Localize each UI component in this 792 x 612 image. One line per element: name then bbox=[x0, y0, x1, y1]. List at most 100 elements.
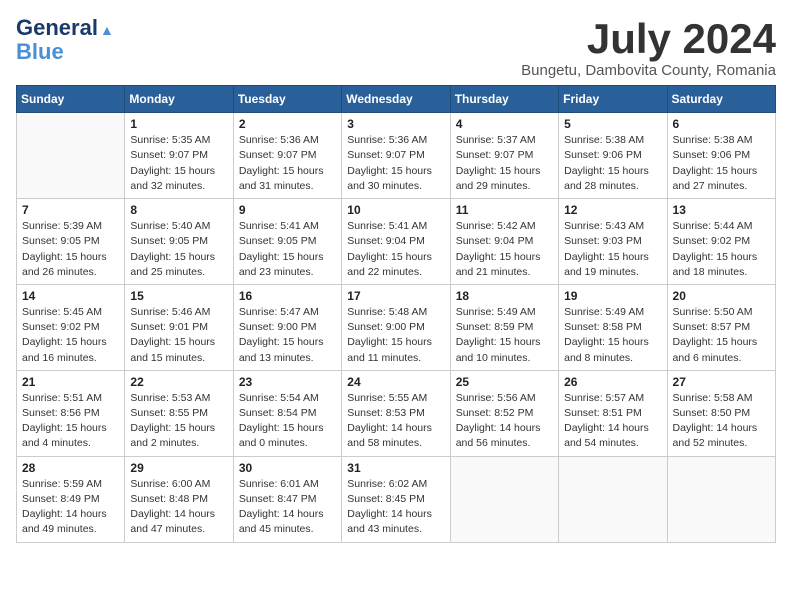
month-title: July 2024 bbox=[521, 16, 776, 62]
calendar-cell: 27 Sunrise: 5:58 AMSunset: 8:50 PMDayligh… bbox=[667, 370, 775, 456]
day-info: Sunrise: 5:35 AMSunset: 9:07 PMDaylight:… bbox=[130, 133, 227, 194]
day-info: Sunrise: 5:40 AMSunset: 9:05 PMDaylight:… bbox=[130, 219, 227, 280]
page-header: General▲ Blue July 2024 Bungetu, Dambovi… bbox=[16, 16, 776, 79]
day-info: Sunrise: 5:44 AMSunset: 9:02 PMDaylight:… bbox=[673, 219, 770, 280]
calendar-week-3: 14Sunrise: 5:45 AMSunset: 9:02 PMDayligh… bbox=[17, 284, 776, 370]
day-info: Sunrise: 5:38 AMSunset: 9:06 PMDaylight:… bbox=[564, 133, 661, 194]
day-number: 29 bbox=[130, 461, 227, 475]
calendar-cell: 10Sunrise: 5:41 AMSunset: 9:04 PMDayligh… bbox=[342, 199, 450, 285]
day-number: 4 bbox=[456, 117, 553, 131]
day-info: Sunrise: 5:36 AMSunset: 9:07 PMDaylight:… bbox=[347, 133, 444, 194]
day-info: Sunrise: 5:39 AMSunset: 9:05 PMDaylight:… bbox=[22, 219, 119, 280]
calendar-cell: 7Sunrise: 5:39 AMSunset: 9:05 PMDaylight… bbox=[17, 199, 125, 285]
day-info: Sunrise: 5:37 AMSunset: 9:07 PMDaylight:… bbox=[456, 133, 553, 194]
column-header-monday: Monday bbox=[125, 86, 233, 113]
day-info: Sunrise: 5:51 AMSunset: 8:56 PMDaylight:… bbox=[22, 391, 119, 452]
calendar-cell: 25 Sunrise: 5:56 AMSunset: 8:52 PMDayligh… bbox=[450, 370, 558, 456]
calendar-cell: 28Sunrise: 5:59 AMSunset: 8:49 PMDayligh… bbox=[17, 456, 125, 542]
column-header-thursday: Thursday bbox=[450, 86, 558, 113]
day-info: Sunrise: 5:36 AMSunset: 9:07 PMDaylight:… bbox=[239, 133, 336, 194]
day-info: Sunrise: 5:43 AMSunset: 9:03 PMDaylight:… bbox=[564, 219, 661, 280]
calendar-cell: 1 Sunrise: 5:35 AMSunset: 9:07 PMDaylight… bbox=[125, 113, 233, 199]
calendar-cell: 20 Sunrise: 5:50 AMSunset: 8:57 PMDayligh… bbox=[667, 284, 775, 370]
column-header-wednesday: Wednesday bbox=[342, 86, 450, 113]
calendar-cell: 9 Sunrise: 5:41 AMSunset: 9:05 PMDaylight… bbox=[233, 199, 341, 285]
day-info: Sunrise: 5:53 AMSunset: 8:55 PMDaylight:… bbox=[130, 391, 227, 452]
day-number: 23 bbox=[239, 375, 336, 389]
calendar-table: SundayMondayTuesdayWednesdayThursdayFrid… bbox=[16, 85, 776, 542]
calendar-cell: 14Sunrise: 5:45 AMSunset: 9:02 PMDayligh… bbox=[17, 284, 125, 370]
column-header-saturday: Saturday bbox=[667, 86, 775, 113]
day-info: Sunrise: 5:57 AMSunset: 8:51 PMDaylight:… bbox=[564, 391, 661, 452]
calendar-cell: 13 Sunrise: 5:44 AMSunset: 9:02 PMDayligh… bbox=[667, 199, 775, 285]
day-info: Sunrise: 6:02 AMSunset: 8:45 PMDaylight:… bbox=[347, 477, 444, 538]
day-info: Sunrise: 5:58 AMSunset: 8:50 PMDaylight:… bbox=[673, 391, 770, 452]
day-number: 10 bbox=[347, 203, 444, 217]
day-number: 22 bbox=[130, 375, 227, 389]
calendar-cell: 24 Sunrise: 5:55 AMSunset: 8:53 PMDayligh… bbox=[342, 370, 450, 456]
calendar-cell: 17 Sunrise: 5:48 AMSunset: 9:00 PMDayligh… bbox=[342, 284, 450, 370]
calendar-cell: 6Sunrise: 5:38 AMSunset: 9:06 PMDaylight… bbox=[667, 113, 775, 199]
day-info: Sunrise: 5:50 AMSunset: 8:57 PMDaylight:… bbox=[673, 305, 770, 366]
day-number: 9 bbox=[239, 203, 336, 217]
calendar-cell: 15 Sunrise: 5:46 AMSunset: 9:01 PMDayligh… bbox=[125, 284, 233, 370]
calendar-cell: 16Sunrise: 5:47 AMSunset: 9:00 PMDayligh… bbox=[233, 284, 341, 370]
calendar-cell: 23 Sunrise: 5:54 AMSunset: 8:54 PMDayligh… bbox=[233, 370, 341, 456]
day-number: 21 bbox=[22, 375, 119, 389]
logo: General▲ Blue bbox=[16, 16, 114, 64]
day-number: 19 bbox=[564, 289, 661, 303]
day-info: Sunrise: 5:38 AMSunset: 9:06 PMDaylight:… bbox=[673, 133, 770, 194]
calendar-week-1: 1 Sunrise: 5:35 AMSunset: 9:07 PMDaylight… bbox=[17, 113, 776, 199]
calendar-cell: 2 Sunrise: 5:36 AMSunset: 9:07 PMDaylight… bbox=[233, 113, 341, 199]
title-block: July 2024 Bungetu, Dambovita County, Rom… bbox=[521, 16, 776, 79]
day-number: 24 bbox=[347, 375, 444, 389]
column-header-friday: Friday bbox=[559, 86, 667, 113]
column-header-sunday: Sunday bbox=[17, 86, 125, 113]
calendar-week-4: 21 Sunrise: 5:51 AMSunset: 8:56 PMDayligh… bbox=[17, 370, 776, 456]
day-number: 25 bbox=[456, 375, 553, 389]
calendar-cell: 4 Sunrise: 5:37 AMSunset: 9:07 PMDaylight… bbox=[450, 113, 558, 199]
calendar-cell: 30Sunrise: 6:01 AMSunset: 8:47 PMDayligh… bbox=[233, 456, 341, 542]
day-number: 1 bbox=[130, 117, 227, 131]
day-number: 27 bbox=[673, 375, 770, 389]
day-info: Sunrise: 5:45 AMSunset: 9:02 PMDaylight:… bbox=[22, 305, 119, 366]
day-info: Sunrise: 5:55 AMSunset: 8:53 PMDaylight:… bbox=[347, 391, 444, 452]
day-number: 2 bbox=[239, 117, 336, 131]
location-subtitle: Bungetu, Dambovita County, Romania bbox=[521, 62, 776, 79]
day-info: Sunrise: 5:49 AMSunset: 8:59 PMDaylight:… bbox=[456, 305, 553, 366]
day-number: 8 bbox=[130, 203, 227, 217]
day-info: Sunrise: 5:56 AMSunset: 8:52 PMDaylight:… bbox=[456, 391, 553, 452]
day-info: Sunrise: 5:54 AMSunset: 8:54 PMDaylight:… bbox=[239, 391, 336, 452]
day-number: 17 bbox=[347, 289, 444, 303]
calendar-cell: 21 Sunrise: 5:51 AMSunset: 8:56 PMDayligh… bbox=[17, 370, 125, 456]
calendar-cell: 8 Sunrise: 5:40 AMSunset: 9:05 PMDaylight… bbox=[125, 199, 233, 285]
day-number: 16 bbox=[239, 289, 336, 303]
day-number: 15 bbox=[130, 289, 227, 303]
day-info: Sunrise: 6:01 AMSunset: 8:47 PMDaylight:… bbox=[239, 477, 336, 538]
day-number: 26 bbox=[564, 375, 661, 389]
calendar-cell: 29 Sunrise: 6:00 AMSunset: 8:48 PMDayligh… bbox=[125, 456, 233, 542]
calendar-cell: 22 Sunrise: 5:53 AMSunset: 8:55 PMDayligh… bbox=[125, 370, 233, 456]
day-info: Sunrise: 5:48 AMSunset: 9:00 PMDaylight:… bbox=[347, 305, 444, 366]
day-number: 12 bbox=[564, 203, 661, 217]
day-number: 11 bbox=[456, 203, 553, 217]
calendar-cell bbox=[17, 113, 125, 199]
calendar-week-5: 28Sunrise: 5:59 AMSunset: 8:49 PMDayligh… bbox=[17, 456, 776, 542]
calendar-week-2: 7Sunrise: 5:39 AMSunset: 9:05 PMDaylight… bbox=[17, 199, 776, 285]
day-info: Sunrise: 5:41 AMSunset: 9:05 PMDaylight:… bbox=[239, 219, 336, 280]
calendar-cell: 5 Sunrise: 5:38 AMSunset: 9:06 PMDaylight… bbox=[559, 113, 667, 199]
day-number: 13 bbox=[673, 203, 770, 217]
day-number: 20 bbox=[673, 289, 770, 303]
day-number: 28 bbox=[22, 461, 119, 475]
day-info: Sunrise: 5:42 AMSunset: 9:04 PMDaylight:… bbox=[456, 219, 553, 280]
day-number: 5 bbox=[564, 117, 661, 131]
logo-text: General▲ Blue bbox=[16, 16, 114, 64]
day-number: 18 bbox=[456, 289, 553, 303]
day-info: Sunrise: 6:00 AMSunset: 8:48 PMDaylight:… bbox=[130, 477, 227, 538]
calendar-cell bbox=[450, 456, 558, 542]
calendar-cell: 12 Sunrise: 5:43 AMSunset: 9:03 PMDayligh… bbox=[559, 199, 667, 285]
calendar-cell bbox=[559, 456, 667, 542]
calendar-cell: 19Sunrise: 5:49 AMSunset: 8:58 PMDayligh… bbox=[559, 284, 667, 370]
calendar-cell bbox=[667, 456, 775, 542]
day-info: Sunrise: 5:46 AMSunset: 9:01 PMDaylight:… bbox=[130, 305, 227, 366]
